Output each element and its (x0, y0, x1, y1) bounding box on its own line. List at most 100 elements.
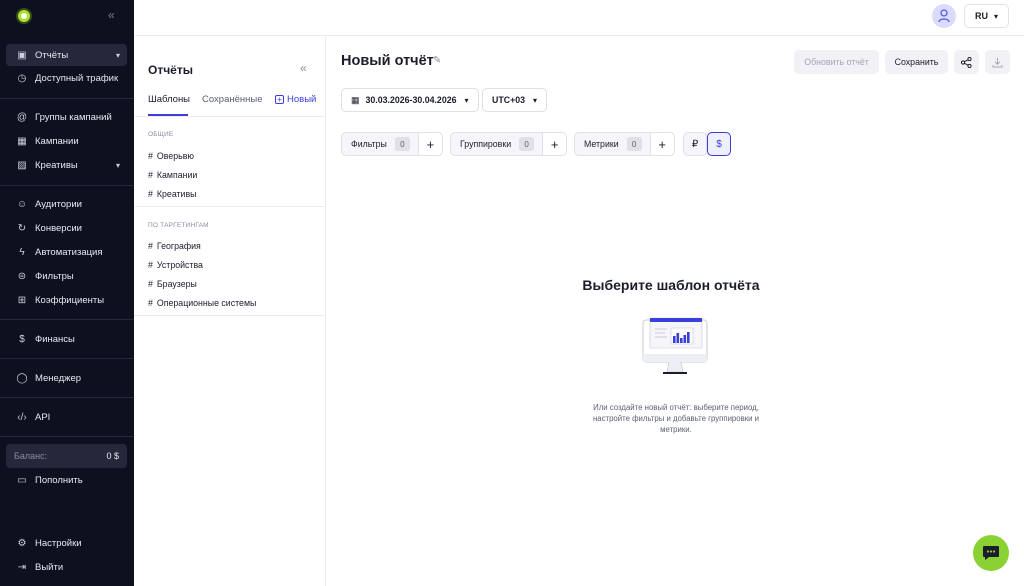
section-divider (134, 206, 326, 207)
reports-panel: Отчёты « Шаблоны Сохранённые + Новый ОБЩ… (134, 36, 326, 586)
sidebar-item-label: Конверсии (35, 222, 82, 234)
metrics-chip[interactable]: Метрики 0 + (574, 132, 675, 156)
template-item-campaigns[interactable]: # Кампании (148, 170, 197, 180)
sidebar-divider (0, 185, 134, 186)
chip-count: 0 (626, 137, 642, 151)
refresh-icon: ↻ (17, 222, 27, 234)
currency-usd-toggle[interactable]: $ (707, 132, 731, 156)
page-title: Новый отчёт (341, 53, 434, 69)
download-button[interactable] (985, 50, 1010, 74)
timezone-select[interactable]: UTC+03 ▾ (482, 88, 548, 112)
sidebar-item-creatives[interactable]: ▨ Креативы ▾ (6, 154, 127, 176)
sidebar-item-label: Доступный трафик (35, 72, 119, 84)
avatar[interactable] (932, 4, 956, 28)
currency-rub-toggle[interactable]: ₽ (683, 132, 707, 156)
sidebar-item-api[interactable]: ‹/› API (6, 406, 127, 428)
new-report-label: Новый (287, 94, 317, 105)
groupings-chip[interactable]: Группировки 0 + (450, 132, 568, 156)
chat-icon: ◯ (16, 372, 28, 384)
sidebar-item-filters[interactable]: ⊜ Фильтры (6, 265, 127, 287)
chip-count: 0 (394, 137, 410, 151)
logout-icon: ⇥ (17, 561, 27, 573)
template-item-overview[interactable]: # Оверьвю (148, 151, 194, 161)
sidebar-item-automation[interactable]: ϟ Автоматизация (6, 241, 127, 263)
share-button[interactable] (954, 50, 979, 74)
sidebar-item-traffic[interactable]: ◷ Доступный трафик (6, 67, 127, 89)
chevron-down-icon: ▾ (115, 50, 120, 60)
language-select[interactable]: RU ▾ (964, 4, 1009, 28)
chip-label: Группировки (460, 139, 512, 149)
download-icon (992, 57, 1003, 67)
sidebar-item-reports[interactable]: ▣ Отчёты ▾ (6, 44, 127, 66)
template-item-creatives[interactable]: # Креативы (148, 189, 196, 199)
tabs-divider (134, 116, 326, 117)
sidebar-item-label: Выйти (35, 561, 64, 573)
sidebar-divider (0, 436, 134, 437)
logo-icon[interactable] (18, 10, 30, 22)
add-filter-button[interactable]: + (417, 133, 442, 155)
collapse-sidebar-icon[interactable]: « (108, 8, 115, 22)
chart-icon: ▣ (17, 49, 27, 61)
grid-icon: ▦ (17, 135, 27, 147)
chat-support-button[interactable] (973, 535, 1009, 571)
sidebar-item-campaign-groups[interactable]: @ Группы кампаний (6, 106, 127, 128)
chat-icon (983, 546, 999, 560)
sidebar-divider (0, 397, 134, 398)
reports-panel-title: Отчёты (148, 63, 193, 77)
calendar-icon: ▦ (351, 94, 360, 105)
tab-saved[interactable]: Сохранённые (202, 94, 263, 105)
sidebar-item-label: Автоматизация (35, 246, 103, 258)
empty-state-title: Выберите шаблон отчёта (582, 277, 760, 293)
sidebar-item-coefficients[interactable]: ⊞ Коэффициенты (6, 289, 127, 311)
sidebar-item-campaigns[interactable]: ▦ Кампании (6, 130, 127, 152)
bolt-icon: ϟ (19, 246, 25, 258)
balance-value: 0 $ (106, 451, 119, 461)
plus-icon: + (275, 95, 284, 104)
template-item-geography[interactable]: # География (148, 241, 201, 251)
clock-icon: ◷ (17, 72, 27, 84)
chip-label: Фильтры (351, 139, 387, 149)
language-value: RU (974, 11, 988, 21)
report-illustration-icon (642, 317, 708, 374)
pencil-icon[interactable]: ✎ (433, 55, 441, 66)
add-grouping-button[interactable]: + (542, 133, 567, 155)
sidebar-item-topup[interactable]: ▭ Пополнить (6, 469, 127, 491)
chip-count: 0 (519, 137, 535, 151)
sidebar-divider (0, 319, 134, 320)
template-item-os[interactable]: # Операционные системы (148, 298, 256, 308)
chevron-down-icon: ▾ (993, 11, 998, 21)
sidebar-item-finance[interactable]: $ Финансы (6, 328, 127, 350)
sidebar-item-label: API (35, 411, 51, 423)
chevron-down-icon: ▾ (464, 95, 469, 105)
sidebar-item-audiences[interactable]: ☺ Аудитории (6, 193, 127, 215)
sidebar-item-settings[interactable]: ⚙ Настройки (6, 532, 127, 554)
refresh-report-button[interactable]: Обновить отчёт (794, 50, 879, 74)
date-range-select[interactable]: ▦ 30.03.2026-30.04.2026 ▾ (341, 88, 479, 112)
tab-templates[interactable]: Шаблоны (148, 94, 190, 105)
save-button[interactable]: Сохранить (885, 50, 948, 74)
sidebar: « ▣ Отчёты ▾ ◷ Доступный трафик @ Группы… (0, 0, 134, 586)
sidebar-item-conversions[interactable]: ↻ Конверсии (6, 217, 127, 239)
sidebar-item-label: Менеджер (35, 372, 82, 384)
chip-label: Метрики (584, 139, 619, 149)
chevron-down-icon: ▾ (115, 160, 120, 170)
empty-state-text: Или создайте новый отчёт: выберите перио… (592, 403, 760, 434)
collapse-panel-icon[interactable]: « (300, 61, 307, 75)
user-icon (938, 9, 950, 23)
sidebar-item-logout[interactable]: ⇥ Выйти (6, 556, 127, 578)
sidebar-item-label: Финансы (35, 333, 75, 345)
sidebar-item-label: Креативы (35, 159, 78, 171)
sidebar-item-label: Настройки (35, 537, 82, 549)
add-metric-button[interactable]: + (649, 133, 674, 155)
template-item-browsers[interactable]: # Браузеры (148, 279, 197, 289)
users-icon: ☺ (16, 198, 28, 210)
filters-chip[interactable]: Фильтры 0 + (341, 132, 443, 156)
template-item-devices[interactable]: # Устройства (148, 260, 203, 270)
new-report-button[interactable]: + Новый (275, 94, 316, 105)
sidebar-item-label: Коэффициенты (35, 294, 105, 306)
sidebar-item-manager[interactable]: ◯ Менеджер (6, 367, 127, 389)
date-range-value: 30.03.2026-30.04.2026 (365, 95, 457, 105)
wallet-icon: ▭ (17, 474, 27, 486)
sidebar-item-label: Кампании (35, 135, 79, 147)
balance-widget: Баланс: 0 $ (6, 444, 127, 468)
